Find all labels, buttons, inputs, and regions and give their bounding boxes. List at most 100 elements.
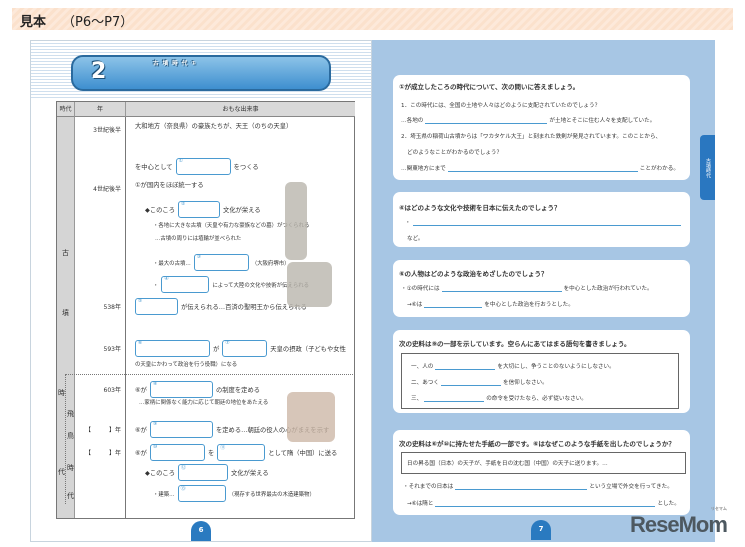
answer-blank[interactable] [435,500,656,507]
answer-blank[interactable] [455,483,588,490]
chapter-tab[interactable]: 古墳時代 [700,135,715,200]
text: 二、あつく [411,380,439,386]
event-text: 天皇の摂政（子どもや女性 [270,346,346,353]
answer-blank[interactable] [424,395,485,402]
event-text: ⑥が [135,427,147,434]
event-text: …古墳の周りには埴輪が並べられた [155,236,242,242]
text: が土地とそこに住む人々を支配していた。 [549,118,656,124]
header-events: おもな出来事 [126,102,355,117]
text: を信仰しなさい。 [502,380,548,386]
text: →⑥は隋と [407,501,434,507]
answer-box[interactable]: ⑨ [149,421,213,438]
answer-blank[interactable] [441,285,562,292]
event-text: ⑥が [135,387,147,394]
answer-blank[interactable] [412,219,681,226]
text: …関東地方にまで [401,166,446,172]
answer-box[interactable]: ⑬ [177,485,226,502]
question-card-3: ⑥の人物はどのような政治をめざしたのでしょう？ ・①の時代には を中心とした政治が… [393,260,690,317]
event-line: を中心として ① をつくる [135,158,259,175]
event-line: ①が国内をほぼ統一する [135,180,204,189]
answer-box[interactable]: ④ [161,276,210,293]
event-text: の天皇にかわって政治を行う役職）になる [135,362,238,368]
answer-blank[interactable] [424,301,483,308]
event-text: …家柄に関係なく能力に応じて朝廷の地位をあたえる [139,400,269,406]
answer-box[interactable]: ⑦ [222,340,268,357]
answer-line-row: 一、人の を大切にし、争うことのないようにしなさい。 [411,362,615,370]
event-line: ◆このころ ② 文化が栄える [145,201,261,218]
answer-line-row: 三、 の命令を受けたなら、必ず従いなさい。 [411,394,587,402]
right-page: 古墳時代 ①が成立したころの時代について、次の問いに答えましょう。 1．この時代… [372,40,715,542]
event-line: 大和地方（奈良県）の豪族たちが、天王（のちの天皇） [135,121,292,130]
event-text: ・建築… [153,491,175,498]
source-quote: 日の昇る国（日本）の天子が、手紙を日の沈む国（中国）の天子に送ります。… [407,461,608,467]
answer-box-number: ⑥ [138,340,143,346]
answer-line-row: →⑥は を中心とした政治を行おうとした。 [407,300,574,308]
year-label: 【 】年 [84,427,121,434]
event-text: ◆このころ [145,207,176,214]
page-range: （P6〜P7） [62,15,134,30]
answer-box[interactable]: ① [175,158,231,175]
event-line: …古墳の周りには埴輪が並べられた [155,234,241,242]
answer-line-row: …関東地方にまで ことがわかる。 [401,164,679,172]
event-line: …家柄に関係なく能力に応じて朝廷の地位をあたえる [139,398,268,406]
event-line: ・ ④ によって大陸の文化や技術が伝えられる [153,276,309,293]
period-divider [65,374,355,375]
answer-box[interactable]: ⑫ [178,464,229,481]
event-line: ⑥が ⑧ の制度を定める [135,381,260,398]
answer-box-number: ⑫ [181,465,187,471]
text: 一、人の [411,364,434,370]
question-title: ①が成立したころの時代について、次の問いに答えましょう。 [399,83,580,91]
event-text: ・ [153,282,159,289]
question-text: どのようなことがわかるのでしょう？ [407,150,503,156]
event-text: を [207,450,215,457]
answer-box[interactable]: ⑩ [149,444,205,461]
text: ・①の時代には [401,286,440,292]
answer-box[interactable]: ⑪ [217,444,266,461]
answer-box-number: ⑩ [152,444,158,450]
answer-box[interactable]: ③ [193,254,249,271]
text: の命令を受けたなら、必ず従いなさい。 [486,396,587,402]
left-page: 2 古墳時代① 時代 年 おもな出来事 古 墳 時 代 飛 鳥 時 代 3世紀後… [30,40,372,542]
text: を大切にし、争うことのないようにしなさい。 [497,364,615,370]
event-text: ・最大の古墳… [153,260,191,267]
answer-box-number: ⑬ [180,486,186,492]
text: とした。 [657,501,680,507]
haniwa-warrior-image [285,182,307,260]
answer-blank[interactable] [447,165,638,172]
event-line: ◆このころ ⑫ 文化が栄える [145,464,269,481]
question-card-2: ④はどのような文化や技術を日本に伝えたのでしょう？ ・ など。 [393,192,690,247]
question-title: 次の史料は⑥が⑩に持たせた手紙の一部です。⑥はなぜこのような手紙を出したのでしょ… [399,440,675,448]
answer-blank[interactable] [425,117,548,124]
year-label: 3世紀後半 [93,127,121,134]
event-line: の天皇にかわって政治を行う役職）になる [135,360,237,368]
logo-text: ReseMom [630,512,728,537]
question-text: 1．この時代には、全国の土地や人々はどのように支配されていたのでしょう？ [401,103,601,109]
answer-box[interactable]: ⑥ [135,340,210,357]
event-text: をつくる [233,164,259,171]
answer-box-number: ⑨ [152,421,158,427]
answer-box-number: ⑪ [220,445,226,451]
question-title: ⑥の人物はどのような政治をめざしたのでしょう？ [399,270,548,278]
event-text: が [213,346,220,353]
answer-line-row: ・①の時代には を中心とした政治が行われていた。 [401,284,653,292]
section-header: 見本 （P6〜P7） [12,8,733,30]
answer-box-number: ⑦ [225,340,230,346]
answer-box[interactable]: ② [178,201,221,218]
answer-line-row: →⑥は隋と とした。 [407,499,680,507]
event-text: ◆このころ [145,470,176,477]
header-year: 年 [75,102,126,117]
answer-box-number: ④ [164,276,169,282]
answer-blank[interactable] [440,379,501,386]
answer-blank[interactable] [435,363,496,370]
answer-box[interactable]: ⑧ [149,381,213,398]
text: を中心とした政治が行われていた。 [563,286,653,292]
answer-line-row: ・それまでの日本は という立場で外交を行ってきた。 [403,482,673,490]
event-text: を中心として [135,164,173,171]
answer-box[interactable]: ⑤ [135,298,178,315]
answer-line-row: …各地の が土地とそこに住む人々を支配していた。 [401,116,655,124]
event-text: （現存する世界最古の木造建築物） [228,491,315,498]
chapter-number: 2 [91,59,107,84]
era-char: 古 [62,249,69,257]
year-label: 603年 [103,387,121,394]
answer-box-number: ③ [196,254,202,260]
